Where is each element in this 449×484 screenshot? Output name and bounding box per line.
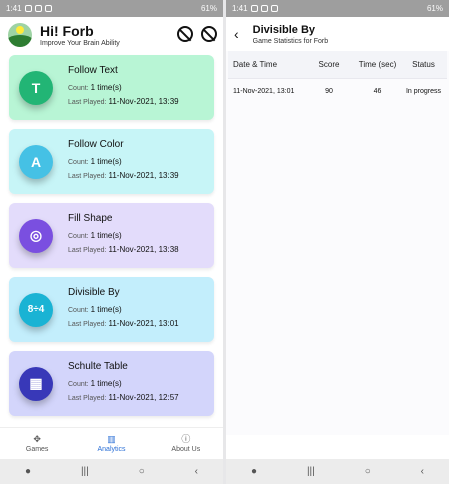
stats-body: Date & Time Score Time (sec) Status 11-N…	[226, 51, 449, 435]
notification-icon	[34, 5, 42, 12]
game-card-list: T Follow Text Count: 1 time(s) Last Play…	[0, 53, 223, 416]
math-icon: 8÷4	[19, 292, 53, 327]
stats-header: ‹ Divisible By Game Statistics for Forb	[226, 17, 449, 51]
game-title: Schulte Table	[68, 360, 128, 372]
cell-score: 90	[325, 87, 333, 95]
table-header: Date & Time Score Time (sec) Status	[228, 51, 447, 79]
tab-analytics[interactable]: ▥ Analytics	[74, 428, 148, 459]
mute-sound-icon[interactable]	[201, 26, 217, 42]
tab-label: Games	[25, 446, 49, 453]
last-played-label: Last Played:	[68, 98, 107, 106]
back-nav-icon[interactable]: ‹	[421, 466, 424, 477]
count-label: Count:	[68, 232, 89, 240]
game-card-fill-shape[interactable]: ◎ Fill Shape Count: 1 time(s) Last Playe…	[9, 203, 214, 268]
status-bar: 1:41 61%	[0, 0, 223, 17]
tab-about-us[interactable]: ⓘ About Us	[149, 428, 223, 459]
count-value: 1 time(s)	[90, 82, 122, 92]
cell-time: 46	[373, 87, 382, 95]
last-played-value: 11-Nov-2021, 12:57	[108, 392, 179, 402]
info-icon: ⓘ	[181, 434, 191, 444]
notification-icon	[270, 5, 278, 12]
notification-icon	[24, 5, 32, 12]
last-played-value: 11-Nov-2021, 13:01	[108, 318, 179, 328]
tab-label: Analytics	[97, 446, 126, 453]
shape-icon: ◎	[19, 218, 53, 253]
count-value: 1 time(s)	[90, 304, 122, 314]
gamepad-icon: ✥	[33, 434, 41, 444]
cell-status: In progress	[405, 87, 442, 95]
column-header-time: Time (sec)	[358, 60, 397, 69]
home-icon[interactable]: ○	[139, 466, 145, 477]
last-played-value: 11-Nov-2021, 13:38	[108, 244, 179, 254]
game-card-follow-text[interactable]: T Follow Text Count: 1 time(s) Last Play…	[9, 55, 214, 120]
count-label: Count:	[68, 84, 89, 92]
home-icon[interactable]: ○	[365, 466, 371, 477]
recents-icon[interactable]: |||	[81, 466, 89, 477]
text-icon: T	[19, 70, 53, 105]
app-subtitle: Improve Your Brain Ability	[40, 39, 120, 47]
status-bar: 1:41 61%	[226, 0, 449, 17]
system-nav-bar: ● ||| ○ ‹	[226, 459, 449, 484]
battery-level: 61%	[426, 4, 443, 13]
bottom-tab-bar: ✥ Games ▥ Analytics ⓘ About Us	[0, 427, 223, 459]
app-logo	[8, 23, 32, 47]
count-label: Count:	[68, 380, 89, 388]
app-header: Hi! Forb Improve Your Brain Ability	[0, 17, 223, 53]
tab-label: About Us	[171, 446, 201, 453]
status-time: 1:41	[6, 4, 22, 13]
table-row: 11-Nov-2021, 13:01 90 46 In progress	[226, 79, 449, 103]
battery-level: 61%	[200, 4, 217, 13]
game-title: Divisible By	[68, 286, 120, 298]
back-nav-icon[interactable]: ‹	[195, 466, 198, 477]
page-title: Divisible By	[252, 23, 316, 36]
status-time: 1:41	[232, 4, 248, 13]
game-title: Fill Shape	[68, 212, 113, 224]
game-card-schulte-table[interactable]: ▦ Schulte Table Count: 1 time(s) Last Pl…	[9, 351, 214, 416]
last-played-value: 11-Nov-2021, 13:39	[108, 96, 179, 106]
grid-icon: ▦	[19, 366, 53, 401]
last-played-label: Last Played:	[68, 246, 107, 254]
notification-icon	[260, 5, 268, 12]
game-statistics-screen: 1:41 61% ‹ Divisible By Game Statistics …	[226, 0, 449, 484]
tab-games[interactable]: ✥ Games	[0, 428, 74, 459]
column-header-status: Status	[412, 60, 435, 69]
notification-icon	[44, 5, 52, 12]
game-title: Follow Text	[68, 64, 118, 76]
column-header-score: Score	[318, 60, 340, 69]
count-value: 1 time(s)	[90, 230, 122, 240]
chart-icon: ▥	[107, 434, 116, 444]
count-value: 1 time(s)	[90, 378, 122, 388]
notification-icon	[250, 5, 258, 12]
count-value: 1 time(s)	[90, 156, 122, 166]
assistant-icon[interactable]: ●	[25, 466, 31, 477]
last-played-label: Last Played:	[68, 172, 107, 180]
system-nav-bar: ● ||| ○ ‹	[0, 459, 223, 484]
page-subtitle: Game Statistics for Forb	[252, 37, 329, 45]
back-arrow-icon[interactable]: ‹	[234, 26, 239, 42]
mute-notifications-icon[interactable]	[177, 26, 193, 42]
color-icon: A	[19, 144, 53, 179]
game-title: Follow Color	[68, 138, 124, 150]
assistant-icon[interactable]: ●	[251, 466, 257, 477]
analytics-screen: 1:41 61% Hi! Forb Improve Your Brain Abi…	[0, 0, 223, 484]
game-card-divisible-by[interactable]: 8÷4 Divisible By Count: 1 time(s) Last P…	[9, 277, 214, 342]
cell-date: 11-Nov-2021, 13:01	[233, 87, 295, 95]
greeting: Hi! Forb	[40, 22, 94, 39]
column-header-date: Date & Time	[233, 60, 278, 69]
count-label: Count:	[68, 158, 89, 166]
recents-icon[interactable]: |||	[307, 466, 315, 477]
last-played-label: Last Played:	[68, 320, 107, 328]
count-label: Count:	[68, 306, 89, 314]
last-played-label: Last Played:	[68, 394, 107, 402]
game-card-follow-color[interactable]: A Follow Color Count: 1 time(s) Last Pla…	[9, 129, 214, 194]
last-played-value: 11-Nov-2021, 13:39	[108, 170, 179, 180]
